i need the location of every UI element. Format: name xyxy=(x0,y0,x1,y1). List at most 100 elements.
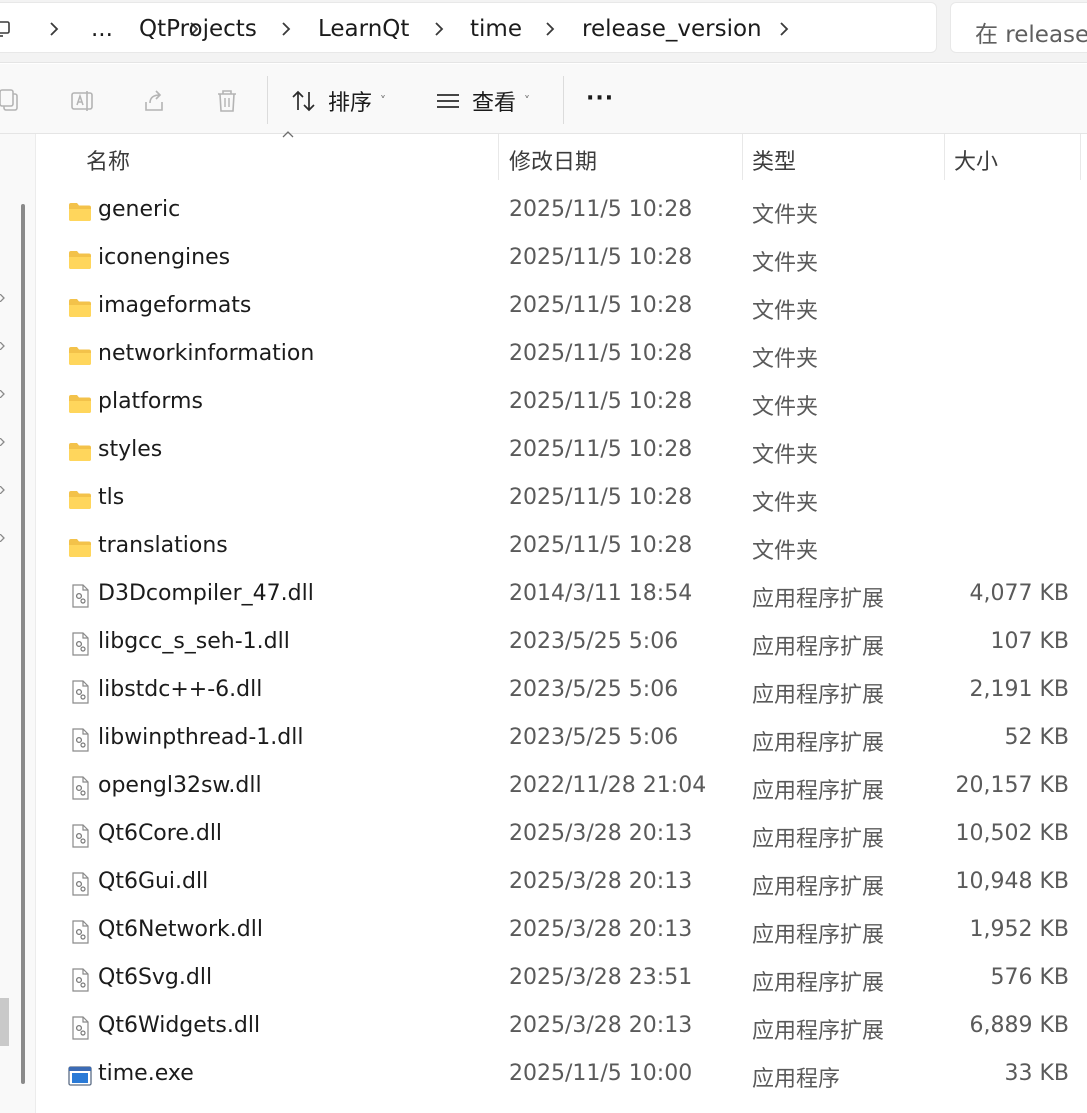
breadcrumb-item-release-version[interactable]: release_version xyxy=(582,15,762,43)
chevron-right-icon[interactable] xyxy=(279,21,293,37)
application-icon xyxy=(68,1064,92,1088)
breadcrumb-item-time[interactable]: time xyxy=(470,15,522,43)
folder-icon xyxy=(68,200,92,224)
file-type: 应用程序扩展 xyxy=(752,923,885,948)
delete-icon[interactable] xyxy=(214,88,240,114)
file-modified: 2025/3/28 20:13 xyxy=(509,1013,693,1038)
dll-file-icon xyxy=(68,1016,92,1040)
file-type: 应用程序扩展 xyxy=(752,971,885,996)
file-row[interactable]: generic 2025/11/5 10:28 文件夹 xyxy=(36,188,1087,236)
file-row[interactable]: Qt6Network.dll 2025/3/28 20:13 应用程序扩展 1,952… xyxy=(36,908,1087,956)
chevron-right-icon[interactable] xyxy=(0,342,5,350)
chevron-right-icon[interactable] xyxy=(543,21,557,37)
file-size: 6,889 KB xyxy=(969,1013,1070,1038)
file-size: 107 KB xyxy=(990,629,1069,654)
search-placeholder: 在 release_ xyxy=(975,22,1087,48)
navigation-scrollbar[interactable] xyxy=(21,204,25,1084)
sort-button[interactable]: 排序 ˅ xyxy=(290,84,386,118)
chevron-right-icon[interactable] xyxy=(0,438,5,446)
file-row[interactable]: networkinformation 2025/11/5 10:28 文件夹 xyxy=(36,332,1087,380)
navigation-scrollbar-thumb[interactable] xyxy=(0,998,9,1046)
breadcrumb-item-qtprojects[interactable]: QtProjects xyxy=(139,15,257,43)
navigation-pane[interactable] xyxy=(0,134,36,1113)
file-row[interactable]: D3Dcompiler_47.dll 2014/3/11 18:54 应用程序扩展 4… xyxy=(36,572,1087,620)
file-type: 文件夹 xyxy=(752,251,819,276)
folder-icon xyxy=(68,536,92,560)
column-divider[interactable] xyxy=(498,134,499,180)
dll-file-icon xyxy=(68,632,92,656)
file-name: Qt6Svg.dll xyxy=(98,965,213,990)
file-row[interactable]: libstdc++-6.dll 2023/5/25 5:06 应用程序扩展 2,191… xyxy=(36,668,1087,716)
file-name: platforms xyxy=(98,389,203,414)
file-name: libgcc_s_seh-1.dll xyxy=(98,629,290,654)
file-row[interactable]: libgcc_s_seh-1.dll 2023/5/25 5:06 应用程序扩展 10… xyxy=(36,620,1087,668)
dll-file-icon xyxy=(68,776,92,800)
file-type: 文件夹 xyxy=(752,347,819,372)
column-header-name[interactable]: 名称 xyxy=(86,144,130,176)
chevron-right-icon[interactable] xyxy=(777,21,791,37)
file-modified: 2014/3/11 18:54 xyxy=(509,581,693,606)
file-row[interactable]: libwinpthread-1.dll 2023/5/25 5:06 应用程序扩展 5… xyxy=(36,716,1087,764)
column-header-type[interactable]: 类型 xyxy=(752,144,796,176)
file-row[interactable]: Qt6Gui.dll 2025/3/28 20:13 应用程序扩展 10,948 KB xyxy=(36,860,1087,908)
share-icon[interactable] xyxy=(142,88,168,114)
file-name: Qt6Widgets.dll xyxy=(98,1013,261,1038)
chevron-right-icon[interactable] xyxy=(0,534,5,542)
column-divider[interactable] xyxy=(1080,134,1081,180)
column-divider[interactable] xyxy=(944,134,945,180)
more-options-button[interactable]: ··· xyxy=(586,86,614,111)
file-row[interactable]: platforms 2025/11/5 10:28 文件夹 xyxy=(36,380,1087,428)
sort-label: 排序 xyxy=(328,91,373,116)
file-name: generic xyxy=(98,197,181,222)
sort-icon xyxy=(292,90,315,112)
file-size: 1,952 KB xyxy=(969,917,1070,942)
breadcrumb[interactable]: ... QtProjects LearnQt time release_vers… xyxy=(0,2,937,53)
view-icon xyxy=(437,94,459,108)
file-modified: 2025/11/5 10:28 xyxy=(509,389,693,414)
file-row[interactable]: Qt6Widgets.dll 2025/3/28 20:13 应用程序扩展 6,889… xyxy=(36,1004,1087,1052)
file-size: 576 KB xyxy=(990,965,1069,990)
file-name: opengl32sw.dll xyxy=(98,773,262,798)
chevron-right-icon[interactable] xyxy=(0,390,5,398)
file-name: libwinpthread-1.dll xyxy=(98,725,304,750)
file-row[interactable]: Qt6Core.dll 2025/3/28 20:13 应用程序扩展 10,502 K… xyxy=(36,812,1087,860)
file-type: 应用程序 xyxy=(752,1067,841,1092)
chevron-right-icon[interactable] xyxy=(0,294,5,302)
chevron-right-icon[interactable] xyxy=(47,21,61,37)
this-pc-icon[interactable] xyxy=(0,21,11,37)
dll-file-icon xyxy=(68,872,92,896)
column-divider[interactable] xyxy=(742,134,743,180)
file-modified: 2025/3/28 23:51 xyxy=(509,965,693,990)
file-modified: 2023/5/25 5:06 xyxy=(509,677,679,702)
file-row[interactable]: time.exe 2025/11/5 10:00 应用程序 33 KB xyxy=(36,1052,1087,1100)
file-type: 应用程序扩展 xyxy=(752,875,885,900)
file-modified: 2023/5/25 5:06 xyxy=(509,629,679,654)
file-row[interactable]: opengl32sw.dll 2022/11/28 21:04 应用程序扩展 20,1… xyxy=(36,764,1087,812)
breadcrumb-more[interactable]: ... xyxy=(91,15,113,43)
file-row[interactable]: styles 2025/11/5 10:28 文件夹 xyxy=(36,428,1087,476)
file-row[interactable]: imageformats 2025/11/5 10:28 文件夹 xyxy=(36,284,1087,332)
file-size: 20,157 KB xyxy=(955,773,1070,798)
chevron-right-icon[interactable] xyxy=(432,21,446,37)
file-type: 应用程序扩展 xyxy=(752,731,885,756)
view-button[interactable]: 查看 ˅ xyxy=(434,84,530,118)
file-row[interactable]: tls 2025/11/5 10:28 文件夹 xyxy=(36,476,1087,524)
file-type: 应用程序扩展 xyxy=(752,1019,885,1044)
dll-file-icon xyxy=(68,728,92,752)
rename-icon[interactable] xyxy=(70,88,96,114)
file-modified: 2025/11/5 10:28 xyxy=(509,197,693,222)
file-row[interactable]: Qt6Svg.dll 2025/3/28 23:51 应用程序扩展 576 KB xyxy=(36,956,1087,1004)
copy-icon[interactable] xyxy=(0,88,24,114)
file-type: 文件夹 xyxy=(752,491,819,516)
column-header-modified[interactable]: 修改日期 xyxy=(509,144,597,176)
file-row[interactable]: translations 2025/11/5 10:28 文件夹 xyxy=(36,524,1087,572)
dll-file-icon xyxy=(68,680,92,704)
search-box[interactable]: 在 release_ xyxy=(950,2,1087,53)
file-row[interactable]: iconengines 2025/11/5 10:28 文件夹 xyxy=(36,236,1087,284)
column-header-size[interactable]: 大小 xyxy=(954,144,998,176)
breadcrumb-item-learnqt[interactable]: LearnQt xyxy=(318,15,409,43)
chevron-right-icon[interactable] xyxy=(0,486,5,494)
file-name: Qt6Core.dll xyxy=(98,821,223,846)
file-modified: 2025/11/5 10:28 xyxy=(509,245,693,270)
file-type: 应用程序扩展 xyxy=(752,827,885,852)
